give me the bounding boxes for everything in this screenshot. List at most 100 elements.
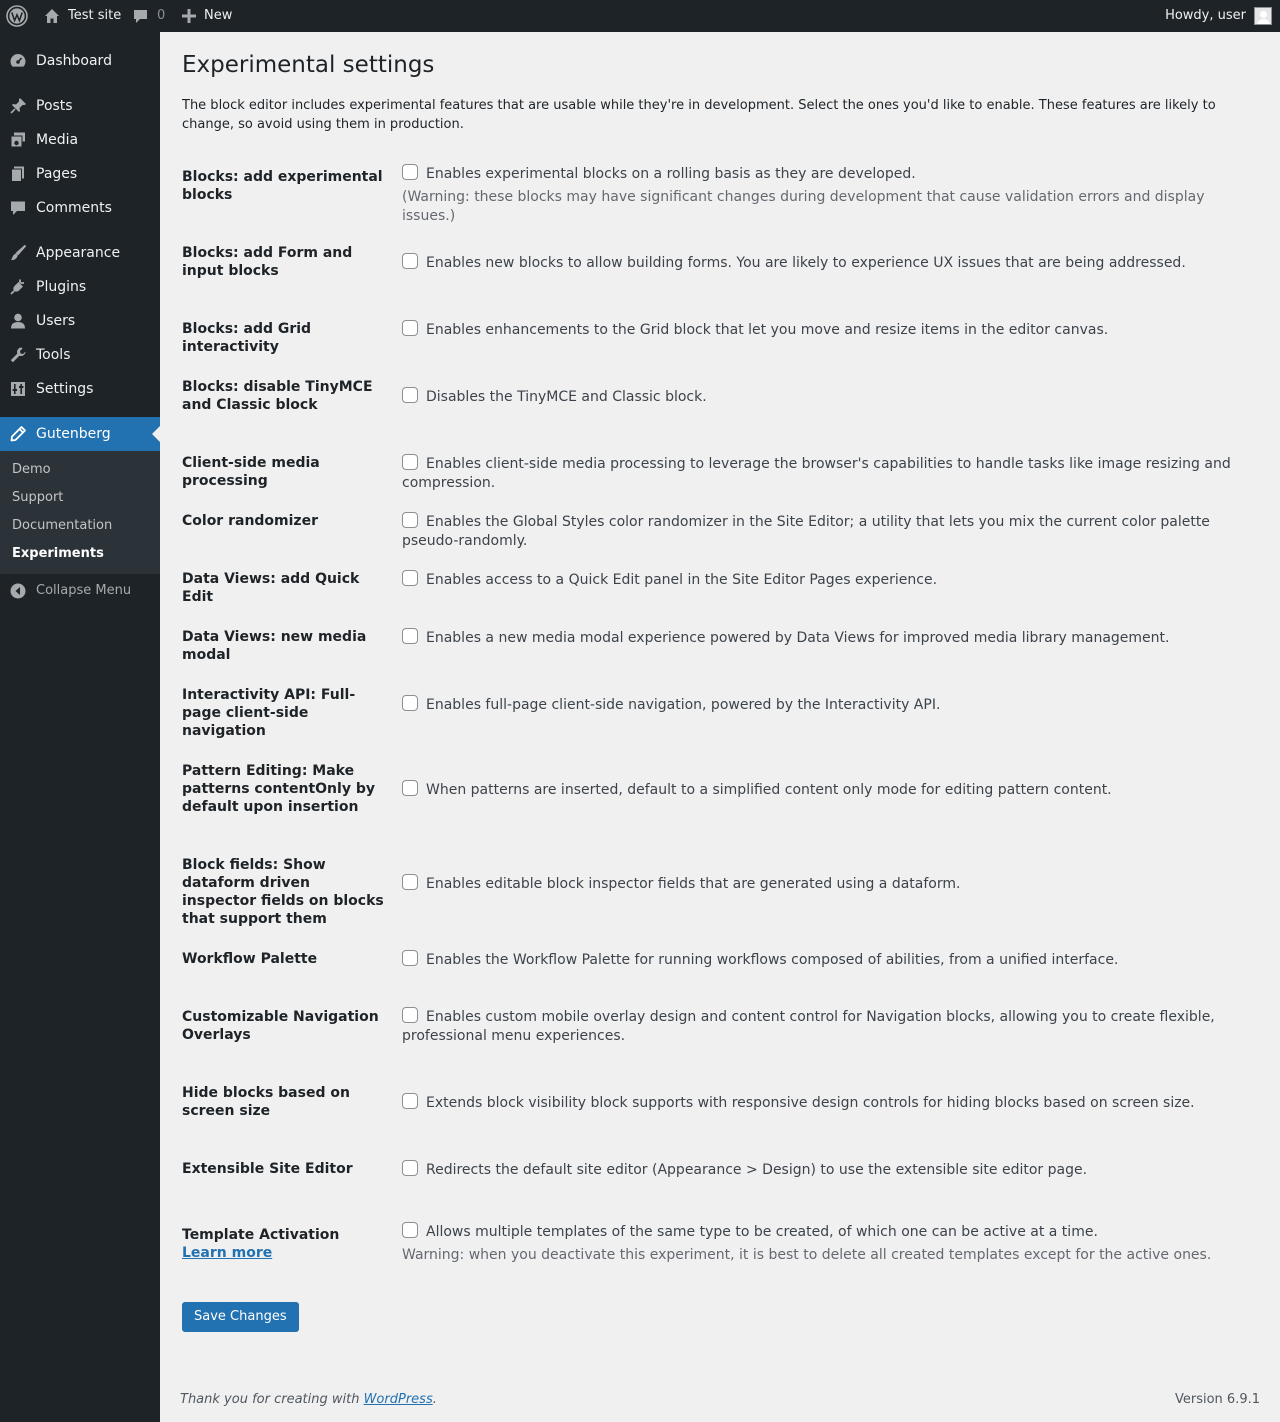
experiment-control: When patterns are inserted, default to a…	[402, 780, 1260, 800]
wordpress-logo-icon[interactable]	[6, 0, 28, 32]
experiment-description: Enables experimental blocks on a rolling…	[426, 166, 916, 182]
submenu-item-demo[interactable]: Demo	[12, 460, 51, 480]
experiment-description: Enables the Workflow Palette for running…	[426, 952, 1119, 968]
experiment-warning: Warning: when you deactivate this experi…	[402, 1247, 1212, 1263]
experiment-label: Client-side media processing	[182, 455, 320, 489]
experiment-label: Data Views: add Quick Edit	[182, 571, 360, 605]
submenu-item-experiments[interactable]: Experiments	[12, 544, 104, 564]
pencil-icon	[10, 426, 26, 442]
media-icon	[10, 132, 25, 148]
sidebar-item-dashboard[interactable]: Dashboard	[0, 44, 160, 78]
sidebar-item-settings[interactable]: Settings	[0, 372, 160, 406]
experiment-checkbox[interactable]	[402, 387, 418, 403]
experiment-checkbox[interactable]	[402, 253, 418, 269]
experiment-checkbox[interactable]	[402, 512, 418, 528]
experiment-checkbox[interactable]	[402, 320, 418, 336]
page-title: Experimental settings	[182, 52, 435, 78]
intro-text: The block editor includes experimental f…	[182, 98, 1216, 132]
footer-thanks-suffix: .	[432, 1392, 437, 1407]
footer-version: Version 6.9.1	[1174, 1392, 1260, 1407]
my-account-link[interactable]: Howdy, user	[1165, 0, 1272, 32]
submenu-item-support[interactable]: Support	[12, 488, 63, 508]
experiment-control: Enables custom mobile overlay design and…	[402, 1007, 1260, 1046]
collapse-menu-button[interactable]: Collapse Menu	[0, 581, 160, 601]
learn-more-link[interactable]: Learn more	[182, 1244, 387, 1262]
home-icon	[45, 9, 59, 23]
sidebar-item-comments[interactable]: Comments	[0, 191, 160, 225]
sidebar-item-media[interactable]: Media	[0, 123, 160, 157]
experiment-checkbox[interactable]	[402, 695, 418, 711]
experiment-checkbox[interactable]	[402, 1222, 418, 1238]
experiment-label: Extensible Site Editor	[182, 1161, 353, 1177]
experiment-description: Enables a new media modal experience pow…	[426, 630, 1170, 646]
site-name-link[interactable]: Test site	[44, 0, 121, 32]
gutenberg-submenu: Demo Support Documentation Experiments	[0, 451, 160, 574]
experiment-label: Workflow Palette	[182, 951, 318, 967]
experiment-description: When patterns are inserted, default to a…	[426, 782, 1112, 798]
admin-sidebar: Dashboard Posts Media Pages Comments App…	[0, 32, 160, 1422]
site-name-label: Test site	[68, 8, 122, 23]
pin-icon	[10, 98, 26, 114]
experiment-control: Enables a new media modal experience pow…	[402, 628, 1260, 648]
experiment-description: Enables access to a Quick Edit panel in …	[426, 572, 938, 588]
experiment-control: Enables client-side media processing to …	[402, 454, 1260, 493]
greeting-label: Howdy, user	[1165, 8, 1246, 23]
experiment-checkbox[interactable]	[402, 164, 418, 180]
experiment-checkbox[interactable]	[402, 1160, 418, 1176]
user-icon	[11, 313, 25, 329]
sidebar-item-tools[interactable]: Tools	[0, 338, 160, 372]
experiment-control: Enables access to a Quick Edit panel in …	[402, 570, 1260, 590]
experiment-checkbox[interactable]	[402, 454, 418, 470]
wrench-icon	[10, 347, 26, 363]
footer-thanks-prefix: Thank you for creating with	[180, 1392, 364, 1407]
experiment-label: Blocks: add Form and input blocks	[182, 245, 353, 279]
experiment-label: Data Views: new media modal	[182, 629, 367, 663]
wordpress-link[interactable]: WordPress	[364, 1392, 433, 1407]
experiment-checkbox[interactable]	[402, 628, 418, 644]
experiment-control: Allows multiple templates of the same ty…	[402, 1222, 1260, 1265]
experiment-label-group: Template Activation Learn more	[182, 1226, 387, 1262]
sidebar-item-gutenberg[interactable]: Gutenberg	[0, 417, 160, 451]
experiment-control: Redirects the default site editor (Appea…	[402, 1160, 1260, 1180]
settings-icon	[11, 382, 25, 396]
new-label: New	[204, 8, 233, 23]
current-menu-arrow	[152, 426, 160, 442]
experiment-description: Enables new blocks to allow building for…	[426, 255, 1186, 271]
experiment-control: Enables experimental blocks on a rolling…	[402, 164, 1260, 226]
experiment-checkbox[interactable]	[402, 1007, 418, 1023]
sidebar-item-appearance[interactable]: Appearance	[0, 236, 160, 270]
experiment-checkbox[interactable]	[402, 570, 418, 586]
experiment-description: Disables the TinyMCE and Classic block.	[426, 389, 707, 405]
experiment-control: Enables new blocks to allow building for…	[402, 253, 1260, 273]
plus-icon	[182, 9, 196, 23]
experiment-label: Blocks: disable TinyMCE and Classic bloc…	[182, 379, 373, 413]
save-changes-button[interactable]: Save Changes	[182, 1302, 299, 1332]
submenu-item-documentation[interactable]: Documentation	[12, 516, 112, 536]
comments-link[interactable]: 0	[133, 0, 165, 32]
comment-count: 0	[157, 8, 166, 23]
new-content-link[interactable]: New	[182, 0, 232, 32]
experiment-label: Hide blocks based on screen size	[182, 1085, 350, 1119]
experiment-description: Enables custom mobile overlay design and…	[402, 1009, 1215, 1044]
experiment-control: Enables the Global Styles color randomiz…	[402, 512, 1260, 551]
experiment-control: Extends block visibility block supports …	[402, 1093, 1260, 1113]
experiment-description: Enables client-side media processing to …	[402, 456, 1231, 491]
sidebar-item-posts[interactable]: Posts	[0, 89, 160, 123]
sidebar-item-users[interactable]: Users	[0, 304, 160, 338]
sidebar-item-plugins[interactable]: Plugins	[0, 270, 160, 304]
experiment-label: Customizable Navigation Overlays	[182, 1009, 379, 1043]
experiment-checkbox[interactable]	[402, 1093, 418, 1109]
experiment-label: Interactivity API: Full-page client-side…	[182, 687, 356, 739]
sidebar-item-pages[interactable]: Pages	[0, 157, 160, 191]
experiment-checkbox[interactable]	[402, 780, 418, 796]
avatar	[1254, 7, 1272, 25]
experiment-label: Blocks: add experimental blocks	[182, 169, 383, 203]
footer-thanks: Thank you for creating with WordPress.	[180, 1392, 437, 1407]
experiment-checkbox[interactable]	[402, 950, 418, 966]
experiment-checkbox[interactable]	[402, 874, 418, 890]
experiment-description: Enables the Global Styles color randomiz…	[402, 514, 1210, 549]
admin-bar: Test site 0 New Howdy, user	[0, 0, 1280, 32]
experiment-warning: (Warning: these blocks may have signific…	[402, 189, 1205, 224]
experiment-description: Extends block visibility block supports …	[426, 1095, 1195, 1111]
experiment-description: Enables full-page client-side navigation…	[426, 697, 941, 713]
